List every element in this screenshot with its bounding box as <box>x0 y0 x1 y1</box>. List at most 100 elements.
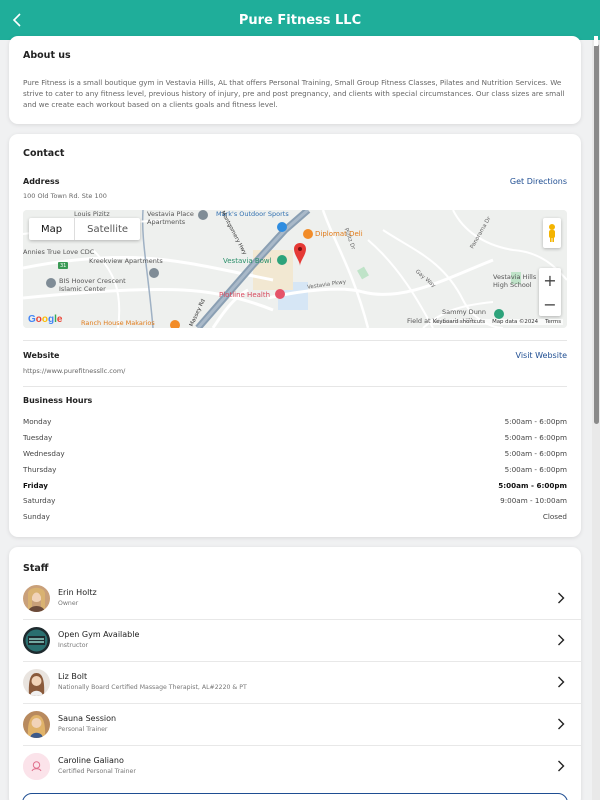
hours-day: Thursday <box>23 465 57 474</box>
staff-row-liz-bolt[interactable]: Liz Bolt Nationally Board Certified Mass… <box>9 662 581 704</box>
route-shield-label: 31 <box>60 263 67 269</box>
hours-row-saturday: Saturday 9:00am - 10:00am <box>23 496 567 510</box>
staff-role: Nationally Board Certified Massage Thera… <box>58 684 247 691</box>
staff-row-sauna-session[interactable]: Sauna Session Personal Trainer <box>9 704 581 746</box>
chevron-right-icon <box>558 718 565 730</box>
map-data-text: Map data ©2024 <box>492 319 539 325</box>
hours-day: Tuesday <box>23 433 53 442</box>
hours-time: Closed <box>542 512 567 521</box>
avatar <box>23 669 50 696</box>
staff-name: Liz Bolt <box>58 672 88 681</box>
hours-day: Sunday <box>23 512 50 521</box>
map-type-map-button[interactable]: Map <box>29 218 74 240</box>
staff-role: Owner <box>58 600 79 607</box>
chevron-right-icon <box>558 592 565 604</box>
staff-name: Sauna Session <box>58 714 117 723</box>
map-type-satellite-button[interactable]: Satellite <box>75 218 140 240</box>
contact-title: Contact <box>23 148 65 159</box>
hours-day: Saturday <box>23 496 56 505</box>
map-view[interactable]: Louis Pizitz Vestavia Place Apartments M… <box>23 210 567 328</box>
map-label: Vestavia Hills <box>493 273 537 281</box>
chevron-right-icon <box>558 676 565 688</box>
business-hours-label: Business Hours <box>23 396 93 405</box>
avatar <box>23 711 50 738</box>
staff-row-open-gym[interactable]: Open Gym Available Instructor <box>9 620 581 662</box>
zoom-out-button[interactable]: − <box>539 292 561 316</box>
hours-time: 5:00am - 6:00pm <box>504 449 567 458</box>
staff-name: Erin Holtz <box>58 588 97 597</box>
divider <box>23 386 567 387</box>
website-url: https://www.purefitnessllc.com/ <box>23 367 126 375</box>
map-label: Annies True Love CDC <box>23 248 95 256</box>
map-label: Sammy Dunn <box>442 308 487 316</box>
google-logo: Google <box>28 314 63 325</box>
map-label: Louis Pizitz <box>74 210 110 218</box>
avatar <box>23 627 50 654</box>
hours-row-thursday: Thursday 5:00am - 6:00pm <box>23 465 567 479</box>
map-label: High School <box>493 281 532 289</box>
scrollbar-top-cap <box>594 36 598 46</box>
contact-card: Contact Address 100 Old Town Rd. Ste 100… <box>9 134 581 537</box>
hours-row-monday: Monday 5:00am - 6:00pm <box>23 417 567 431</box>
staff-title: Staff <box>23 563 49 574</box>
chevron-right-icon <box>558 634 565 646</box>
page-title: Pure Fitness LLC <box>238 12 362 28</box>
map-label: BIS Hoover Crescent <box>59 277 126 285</box>
hours-row-friday: Friday 5:00am - 6:00pm <box>23 481 567 495</box>
avatar <box>23 753 50 780</box>
hours-time: 9:00am - 10:00am <box>500 496 567 505</box>
user-placeholder-icon <box>23 753 50 780</box>
bottom-action-button[interactable] <box>22 793 568 800</box>
visit-website-link[interactable]: Visit Website <box>516 351 567 360</box>
staff-name: Open Gym Available <box>58 630 140 639</box>
terms-link[interactable]: Terms <box>545 319 561 325</box>
hours-time: 5:00am - 6:00pm <box>498 481 567 490</box>
street-view-button[interactable] <box>543 218 561 248</box>
hours-time: 5:00am - 6:00pm <box>504 417 567 426</box>
about-card: About us Pure Fitness is a small boutiqu… <box>9 36 581 124</box>
hours-time: 5:00am - 6:00pm <box>504 465 567 474</box>
hours-time: 5:00am - 6:00pm <box>504 433 567 442</box>
staff-role: Certified Personal Trainer <box>58 768 136 775</box>
avatar <box>23 585 50 612</box>
address-value: 100 Old Town Rd. Ste 100 <box>23 192 107 200</box>
staff-row-erin-holtz[interactable]: Erin Holtz Owner <box>9 578 581 620</box>
hours-day: Friday <box>23 481 48 490</box>
map-label: Plotline Health <box>219 291 271 299</box>
staff-role: Instructor <box>58 642 89 649</box>
scrollbar[interactable] <box>592 40 600 800</box>
pegman-icon <box>549 224 555 242</box>
map-label: Diplomat Deli <box>315 230 363 238</box>
map-label: Vestavia Bowl <box>223 257 272 265</box>
hours-row-wednesday: Wednesday 5:00am - 6:00pm <box>23 449 567 463</box>
about-body: Pure Fitness is a small boutique gym in … <box>23 78 565 109</box>
website-label: Website <box>23 351 60 360</box>
hours-row-tuesday: Tuesday 5:00am - 6:00pm <box>23 433 567 447</box>
back-button[interactable] <box>4 6 32 34</box>
map-label: Kreekview Apartments <box>89 257 163 265</box>
address-label: Address <box>23 177 60 186</box>
staff-row-caroline-galiano[interactable]: Caroline Galiano Certified Personal Trai… <box>9 746 581 788</box>
hours-day: Monday <box>23 417 52 426</box>
hours-row-sunday: Sunday Closed <box>23 512 567 526</box>
map-type-toggle: Map Satellite <box>29 218 141 240</box>
map-label: Ranch House Makarios <box>81 319 155 327</box>
divider <box>23 340 567 341</box>
keyboard-shortcuts-link[interactable]: Keyboard shortcuts <box>433 319 485 325</box>
chevron-right-icon <box>558 760 565 772</box>
zoom-in-button[interactable]: + <box>539 268 561 292</box>
staff-role: Personal Trainer <box>58 726 108 733</box>
hours-day: Wednesday <box>23 449 65 458</box>
map-attribution: Keyboard shortcuts Map data ©2024 Terms <box>430 319 563 325</box>
get-directions-link[interactable]: Get Directions <box>510 177 567 186</box>
about-title: About us <box>23 50 71 61</box>
zoom-controls: + − <box>539 268 561 316</box>
map-label: Apartments <box>147 218 186 226</box>
staff-name: Caroline Galiano <box>58 756 124 765</box>
app-header: Pure Fitness LLC <box>0 0 600 40</box>
staff-card: Staff Erin Holtz Owner Open Gym Availabl… <box>9 547 581 800</box>
chevron-left-icon <box>12 13 21 27</box>
map-label: Vestavia Place <box>147 210 194 218</box>
map-label: Islamic Center <box>59 285 106 293</box>
scrollbar-thumb[interactable] <box>594 44 599 424</box>
